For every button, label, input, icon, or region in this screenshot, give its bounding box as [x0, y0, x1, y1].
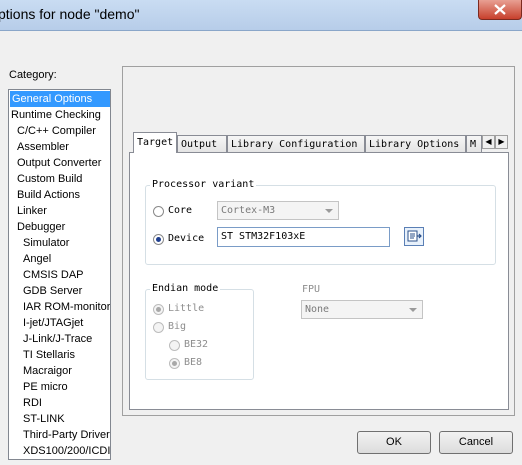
be8-radio[interactable]	[169, 358, 180, 369]
be32-radio[interactable]	[169, 340, 180, 351]
category-item[interactable]: ST-LINK	[23, 411, 65, 427]
category-item[interactable]: I-jet/JTAGjet	[23, 315, 83, 331]
tab-library-options[interactable]: Library Options	[365, 135, 466, 152]
processor-variant-legend: Processor variant	[150, 179, 257, 190]
category-item[interactable]: Assembler	[17, 139, 69, 155]
window-title: ptions for node "demo"	[0, 6, 140, 22]
select-device-button[interactable]	[404, 227, 424, 246]
category-item[interactable]: XDS100/200/ICDI	[23, 443, 110, 459]
processor-variant-group	[145, 185, 496, 265]
category-item[interactable]: GDB Server	[23, 283, 82, 299]
category-item[interactable]: Simulator	[23, 235, 69, 251]
category-item[interactable]: Linker	[17, 203, 47, 219]
category-item[interactable]: CMSIS DAP	[23, 267, 84, 283]
category-item[interactable]: J-Link/J-Trace	[23, 331, 92, 347]
device-field[interactable]: ST STM32F103xE	[217, 227, 390, 247]
tab-scroll-right-button[interactable]: ▶	[495, 135, 508, 149]
big-endian-label: Big	[168, 321, 187, 332]
category-item[interactable]: Angel	[23, 251, 51, 267]
chevron-down-icon	[409, 308, 417, 312]
category-item[interactable]: Custom Build	[17, 171, 82, 187]
be32-label: BE32	[184, 339, 209, 350]
core-select[interactable]: Cortex-M3	[217, 201, 339, 220]
ok-button[interactable]: OK	[357, 431, 431, 454]
fpu-label: FPU	[302, 284, 321, 295]
category-item[interactable]: Macraigor	[23, 363, 72, 379]
device-label: Device	[168, 233, 205, 244]
device-radio[interactable]	[153, 234, 164, 245]
category-item[interactable]: TI Stellaris	[23, 347, 75, 363]
arrow-left-icon: ◀	[485, 137, 492, 146]
category-list[interactable]: General Options Runtime Checking C/C++ Com…	[8, 89, 111, 460]
fpu-select[interactable]: None	[301, 300, 423, 319]
category-item[interactable]: Runtime Checking	[11, 107, 101, 123]
arrow-right-icon: ▶	[498, 137, 505, 146]
tab-more[interactable]: M	[466, 135, 482, 152]
category-item[interactable]: Output Converter	[17, 155, 101, 171]
core-label: Core	[168, 205, 193, 216]
category-label: Category:	[9, 69, 57, 81]
big-endian-radio[interactable]	[153, 322, 164, 333]
little-endian-label: Little	[168, 303, 205, 314]
category-item[interactable]: PE micro	[23, 379, 68, 395]
be8-label: BE8	[184, 357, 203, 368]
device-select-icon	[407, 230, 422, 242]
category-item[interactable]: Debugger	[17, 219, 65, 235]
tab-library-configuration[interactable]: Library Configuration	[227, 135, 365, 152]
close-icon	[494, 4, 506, 15]
category-item[interactable]: General Options	[10, 91, 110, 107]
endian-mode-legend: Endian mode	[150, 283, 221, 294]
category-item[interactable]: Build Actions	[17, 187, 80, 203]
category-item[interactable]: Third-Party Driver	[23, 427, 110, 443]
category-item[interactable]: RDI	[23, 395, 42, 411]
close-button[interactable]	[478, 0, 522, 20]
cancel-button[interactable]: Cancel	[439, 431, 513, 454]
category-item[interactable]: C/C++ Compiler	[17, 123, 96, 139]
tab-scroll-left-button[interactable]: ◀	[482, 135, 495, 149]
title-bar: ptions for node "demo"	[0, 0, 522, 31]
core-radio[interactable]	[153, 206, 164, 217]
category-item[interactable]: IAR ROM-monitor	[23, 299, 110, 315]
little-endian-radio[interactable]	[153, 304, 164, 315]
tab-output[interactable]: Output	[177, 135, 227, 152]
tab-target[interactable]: Target	[133, 132, 177, 153]
chevron-down-icon	[325, 209, 333, 213]
